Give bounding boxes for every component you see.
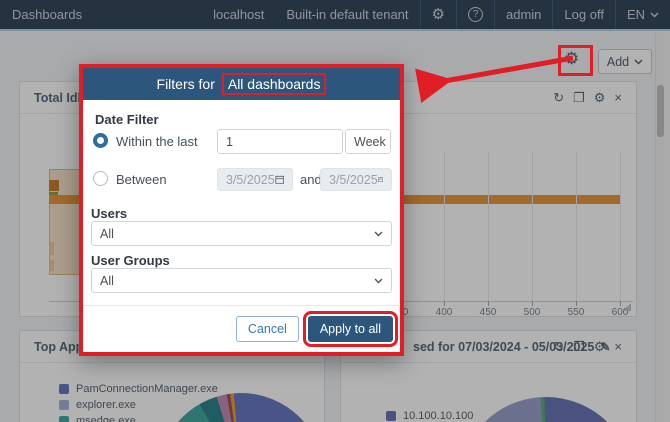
date-to-input[interactable]: 3/5/2025: [320, 168, 392, 191]
period-select[interactable]: Week: [345, 129, 391, 154]
within-value-input[interactable]: 1: [217, 129, 343, 154]
filters-modal: Filters for All dashboards Date Filter W…: [79, 64, 404, 356]
chevron-down-icon: [374, 231, 383, 237]
date-from-input[interactable]: 3/5/2025: [217, 168, 293, 191]
users-value: All: [100, 227, 114, 241]
apply-to-all-button[interactable]: Apply to all: [308, 316, 393, 342]
user-groups-label: User Groups: [91, 253, 170, 268]
period-value: Week: [354, 135, 386, 149]
between-radio[interactable]: [93, 171, 108, 186]
screen: Dashboards localhost Built-in default te…: [0, 0, 670, 422]
modal-title: Filters for: [157, 76, 215, 92]
modal-footer: Cancel Apply to all: [83, 305, 400, 352]
within-last-label: Within the last: [116, 134, 198, 149]
within-last-radio[interactable]: [93, 133, 108, 148]
and-label: and: [300, 172, 322, 187]
chevron-down-icon: [374, 278, 383, 284]
between-label: Between: [116, 172, 167, 187]
users-label: Users: [91, 206, 127, 221]
modal-body: Date Filter Within the last 1 Week Betwe…: [83, 100, 400, 305]
modal-header: Filters for All dashboards: [83, 68, 400, 100]
user-groups-select[interactable]: All: [91, 268, 392, 293]
date-filter-label: Date Filter: [95, 112, 159, 127]
users-select[interactable]: All: [91, 221, 392, 246]
user-groups-value: All: [100, 274, 114, 288]
calendar-icon: [378, 174, 383, 185]
date-from-value: 3/5/2025: [226, 173, 275, 187]
annotation-box-all-dashboards: All dashboards: [222, 73, 327, 95]
date-to-value: 3/5/2025: [329, 173, 378, 187]
calendar-icon: [275, 174, 284, 185]
cancel-button[interactable]: Cancel: [236, 316, 299, 342]
